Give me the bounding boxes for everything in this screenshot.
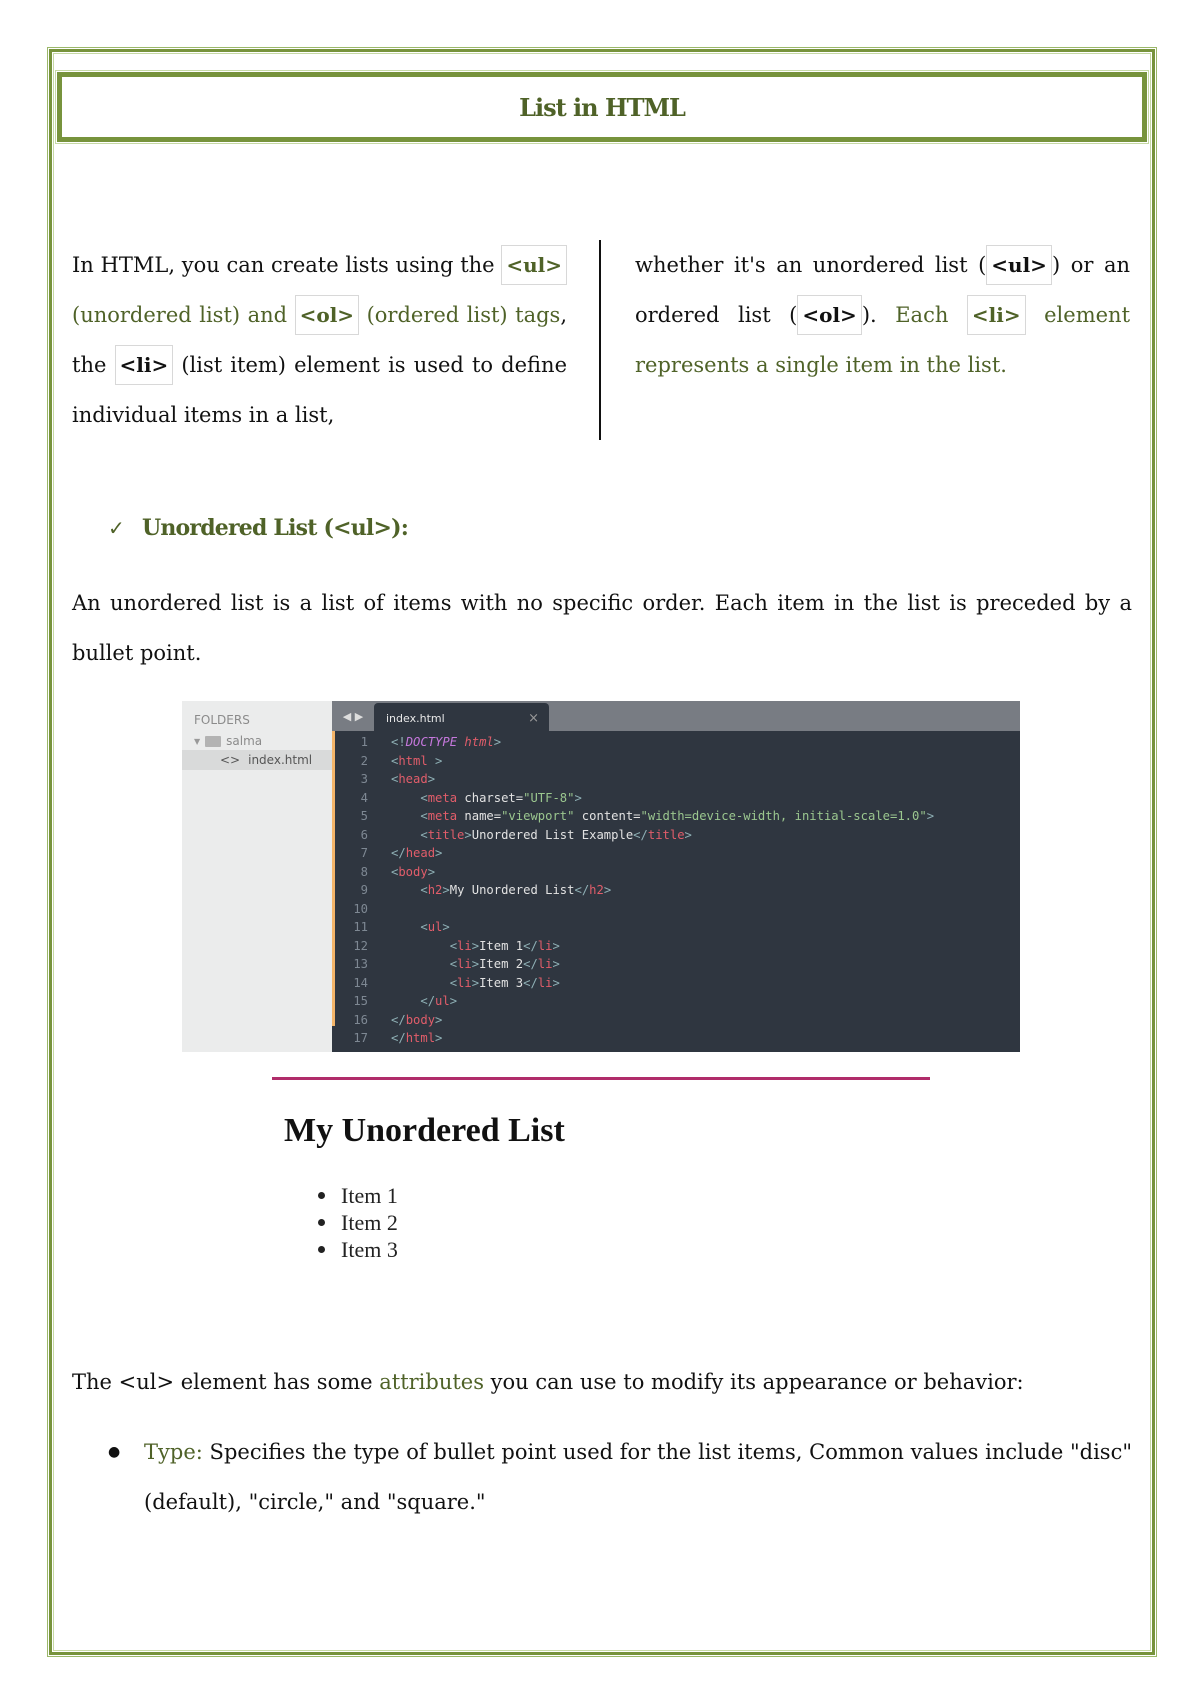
rendered-list-item: Item 1	[318, 1182, 398, 1209]
expand-triangle-icon: ▼	[194, 736, 201, 746]
line-number: 2	[360, 753, 368, 768]
rendered-list-item: Item 2	[318, 1209, 398, 1236]
code-line: 16 </body >	[332, 1011, 1020, 1030]
line-number: 12	[353, 938, 368, 953]
line-number: 4	[360, 790, 368, 805]
code-line: 10	[332, 900, 1020, 919]
rendered-list-item: Item 3	[318, 1236, 398, 1263]
intro-right-column: whether it's an unordered list (<ul>) or…	[635, 240, 1130, 440]
sidebar-folder: ▼ salma	[194, 734, 262, 748]
page-title: List in HTML	[519, 92, 686, 122]
code-line: 3 < head >	[332, 770, 1020, 789]
intro-left-column: In HTML, you can create lists using the …	[72, 240, 567, 440]
bullet-icon: ●	[108, 1444, 121, 1460]
code-tag-li: <li>	[966, 295, 1026, 335]
code-line: 9 < h2 > My Unordered List </h2 >	[332, 881, 1020, 900]
section-description: An unordered list is a list of items wit…	[72, 591, 1132, 665]
intro-text: In HTML, you can create lists using the	[72, 253, 502, 277]
tab-label: index.html	[386, 711, 445, 725]
sidebar-title: FOLDERS	[194, 713, 250, 727]
line-number: 3	[360, 772, 368, 787]
folder-icon	[205, 735, 222, 747]
line-number: 17	[353, 1031, 368, 1046]
code-line: 17 </html >	[332, 1029, 1020, 1048]
attributes-keyword: attributes	[379, 1370, 484, 1394]
bullet-icon	[318, 1219, 325, 1226]
intro-text-highlight: Each	[895, 303, 967, 327]
code-line: 5 < meta name = "viewport" content = "width=d…	[332, 807, 1020, 826]
line-number: 13	[353, 957, 368, 972]
intro-text: ).	[861, 303, 896, 327]
line-number: 11	[353, 920, 368, 935]
editor-sidebar: FOLDERS ▼ salma <> index.html	[182, 701, 332, 1052]
line-number: 10	[353, 901, 368, 916]
line-number: 1	[360, 735, 368, 750]
bullet-icon	[318, 1192, 325, 1199]
intro-text: whether it's an unordered list (	[635, 253, 987, 277]
line-number: 14	[353, 975, 368, 990]
rendered-heading: My Unordered List	[284, 1112, 565, 1149]
intro-text-highlight: (ordered list) tags	[359, 303, 561, 327]
code-line: 12 < li > Item 1 </li >	[332, 937, 1020, 956]
line-number: 15	[353, 994, 368, 1009]
code-tag-ul: <ul>	[501, 245, 567, 285]
checkmark-icon: ✓	[108, 516, 125, 540]
line-number: 6	[360, 827, 368, 842]
code-editor-screenshot: FOLDERS ▼ salma <> index.html ◀ ▶ index.…	[182, 701, 1020, 1052]
code-tag-ul: <ul>	[986, 245, 1052, 285]
code-line: 8 < body >	[332, 863, 1020, 882]
editor-tabbar: ◀ ▶ index.html ×	[332, 701, 1020, 733]
code-line: 11 < ul >	[332, 918, 1020, 937]
code-line: 14 < li > Item 3 </li >	[332, 974, 1020, 993]
editor-main: ◀ ▶ index.html × 1 <! DOCTYPE html > 2 < html…	[332, 701, 1020, 1052]
close-icon: ×	[528, 710, 539, 726]
attributes-intro: The <ul> element has some attributes you…	[72, 1357, 1132, 1407]
line-number: 5	[360, 809, 368, 824]
code-line: 4 < meta charset = "UTF-8" >	[332, 789, 1020, 808]
attribute-description: Specifies the type of bullet point used …	[144, 1440, 1132, 1514]
code-content: 1 <! DOCTYPE html > 2 < html > 3 < head > 4 < met…	[332, 733, 1020, 1048]
folder-name: salma	[226, 734, 263, 748]
code-file-icon: <>	[220, 753, 241, 767]
code-line: 2 < html >	[332, 752, 1020, 771]
intro-columns: In HTML, you can create lists using the …	[72, 240, 1132, 440]
line-number: 8	[360, 864, 368, 879]
column-divider	[599, 240, 601, 440]
line-number: 16	[353, 1012, 368, 1027]
attribute-name: Type:	[144, 1440, 203, 1464]
code-line: 6 < title > Unordered List Example </title >	[332, 826, 1020, 845]
code-tag-ol: <ol>	[797, 295, 862, 335]
rendered-list: Item 1 Item 2 Item 3	[318, 1182, 398, 1263]
code-line: 15 </ul >	[332, 992, 1020, 1011]
attributes-intro-text: The <ul> element has some	[72, 1370, 380, 1394]
attribute-item: ● Type: Specifies the type of bullet poi…	[72, 1427, 1132, 1527]
code-line: 1 <! DOCTYPE html >	[332, 733, 1020, 752]
title-box: List in HTML	[55, 70, 1149, 144]
section-heading: ✓ Unordered List (<ul>):	[108, 515, 409, 541]
line-number: 7	[360, 846, 368, 861]
tab-nav-arrows-icon: ◀ ▶	[342, 709, 364, 723]
attributes-list: ● Type: Specifies the type of bullet poi…	[72, 1427, 1132, 1527]
code-tag-ol: <ol>	[294, 295, 360, 335]
attributes-intro-text: you can use to modify its appearance or …	[484, 1370, 1024, 1394]
code-line: 13 < li > Item 2 </li >	[332, 955, 1020, 974]
section-heading-text: Unordered List (<ul>):	[141, 515, 409, 541]
line-number: 9	[360, 883, 368, 898]
code-line: 7 </head >	[332, 844, 1020, 863]
code-tag-li: <li>	[114, 345, 174, 385]
sidebar-file: <> index.html	[182, 750, 332, 770]
bullet-icon	[318, 1246, 325, 1253]
intro-text-highlight: (unordered list) and	[72, 303, 295, 327]
rendered-output-rule	[272, 1077, 930, 1080]
file-name: index.html	[248, 753, 313, 767]
editor-tab: index.html ×	[374, 703, 549, 733]
